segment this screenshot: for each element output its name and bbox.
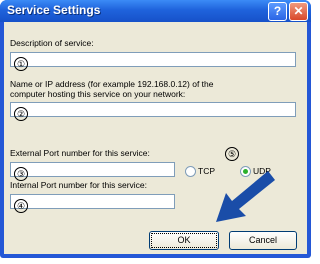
title-bar[interactable]: Service Settings ? ✕ [0,0,311,22]
host-field[interactable]: ② [10,102,296,121]
internal-port-label: Internal Port number for this service: [10,180,148,190]
dialog-body: Description of service: ① Name or IP add… [4,22,307,254]
external-port-field[interactable]: ③ [10,162,175,181]
udp-radio[interactable] [240,166,251,177]
description-label: Description of service: [10,38,94,48]
help-button[interactable]: ? [268,2,287,21]
host-label-line2: computer hosting this service on your ne… [10,89,186,99]
tcp-radio[interactable] [185,166,196,177]
marker-4: ④ [14,199,28,213]
dialog-title: Service Settings [7,3,101,17]
marker-3: ③ [14,167,28,181]
marker-5: ⑤ [225,147,239,161]
ok-button[interactable]: OK [149,231,219,250]
close-button[interactable]: ✕ [289,2,308,21]
host-label-line1: Name or IP address (for example 192.168.… [10,79,214,89]
internal-port-field[interactable]: ④ [10,194,175,213]
udp-label[interactable]: UDP [253,166,271,176]
description-field[interactable]: ① [10,52,296,71]
external-port-label: External Port number for this service: [10,148,150,158]
marker-2: ② [14,107,28,121]
cancel-button[interactable]: Cancel [229,231,297,250]
marker-1: ① [14,57,28,71]
tcp-label[interactable]: TCP [198,166,215,176]
service-settings-dialog: Service Settings ? ✕ Description of serv… [0,0,311,258]
